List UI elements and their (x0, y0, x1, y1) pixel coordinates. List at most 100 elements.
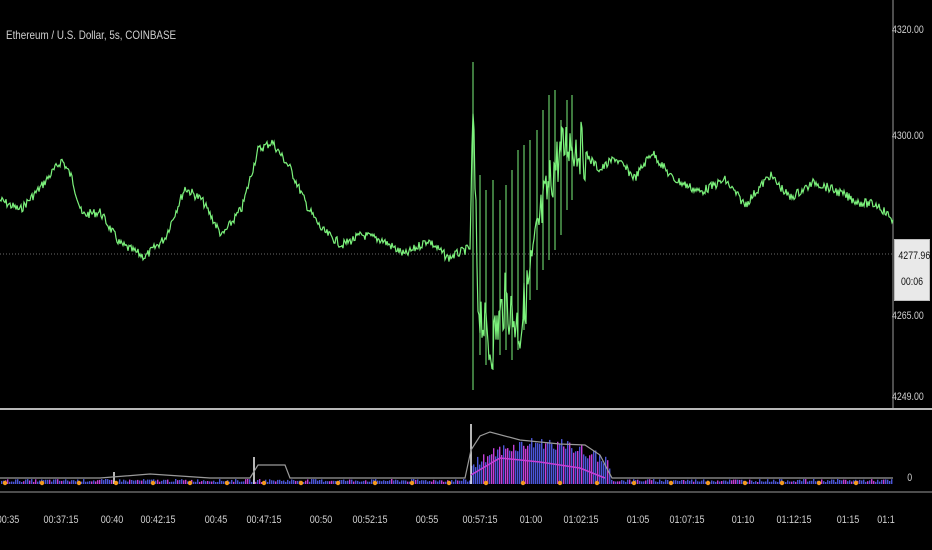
volume-bar (863, 479, 865, 484)
volume-bar (129, 479, 131, 484)
volume-bar (405, 480, 407, 484)
volume-bar (47, 479, 49, 484)
volume-bar (483, 454, 485, 484)
volume-bar (295, 480, 297, 484)
volume-bar (871, 479, 873, 484)
volume-bar (19, 481, 21, 484)
volume-bar (333, 480, 335, 484)
volume-bar (601, 461, 603, 484)
volume-bar (535, 442, 537, 484)
volume-bar (319, 480, 321, 484)
volume-bar (461, 480, 463, 484)
volume-bar (451, 480, 453, 484)
volume-bar (665, 479, 667, 484)
volume-bar (581, 445, 583, 484)
volume-bar (697, 481, 699, 484)
time-axis-label: 01:15 (836, 514, 860, 526)
volume-signal-dot (816, 480, 822, 486)
volume-bar (421, 480, 423, 484)
volume-bar (689, 480, 691, 484)
time-axis-label: 00:37:15 (43, 514, 79, 526)
volume-bar (773, 479, 775, 484)
volume-bar (291, 479, 293, 484)
volume-bar (403, 480, 405, 484)
volume-bar (257, 480, 259, 484)
volume-bar (651, 480, 653, 484)
volume-bar (775, 481, 777, 484)
volume-bar (543, 448, 545, 484)
volume-signal-dot (76, 480, 82, 486)
volume-bar (99, 479, 101, 484)
volume-bar (597, 461, 599, 484)
time-axis-label: 01:10 (731, 514, 755, 526)
volume-bar (381, 481, 383, 484)
time-axis-label: 01:07:15 (669, 514, 705, 526)
volume-bar (615, 481, 617, 484)
volume-bar (221, 480, 223, 484)
volume-bar (401, 480, 403, 484)
volume-bar (647, 479, 649, 484)
volume-bar (527, 445, 529, 484)
volume-bar (363, 480, 365, 484)
price-axis-label: 4249.00 (892, 391, 924, 403)
volume-bar (141, 480, 143, 484)
volume-signal-dot (779, 480, 785, 486)
volume-bar (171, 481, 173, 484)
volume-bar (137, 479, 139, 484)
volume-bar (691, 479, 693, 484)
volume-bar (181, 479, 183, 484)
volume-bar (529, 443, 531, 484)
volume-bar (517, 451, 519, 484)
volume-bar (599, 454, 601, 484)
volume-bar (107, 479, 109, 484)
volume-bar (731, 480, 733, 484)
volume-bar (835, 481, 837, 484)
volume-bar (55, 479, 57, 484)
volume-bar (23, 481, 25, 484)
volume-bar (357, 480, 359, 484)
volume-bar (215, 482, 217, 484)
volume-bar (785, 482, 787, 484)
volume-bar (573, 452, 575, 484)
volume-bar (839, 479, 841, 484)
volume-bar (161, 480, 163, 484)
volume-signal-dot (298, 480, 304, 486)
volume-bar (271, 480, 273, 484)
volume-signal-dot (372, 480, 378, 486)
volume-bar (383, 480, 385, 484)
volume-bar (207, 481, 209, 484)
volume-signal-dot (113, 480, 119, 486)
volume-pane[interactable] (0, 424, 932, 493)
volume-bar (701, 480, 703, 484)
volume-bar (789, 481, 791, 484)
volume-bar (67, 480, 69, 484)
volume-bar (833, 479, 835, 484)
volume-bar (747, 481, 749, 484)
volume-bar (315, 479, 317, 484)
volume-signal-dot (853, 480, 859, 486)
chart-canvas[interactable] (0, 0, 932, 550)
volume-bar (661, 481, 663, 484)
volume-bar (769, 481, 771, 484)
volume-bar (469, 480, 471, 484)
volume-bar (127, 481, 129, 484)
volume-bar (341, 480, 343, 484)
volume-signal-dot (483, 480, 489, 486)
volume-bar (423, 480, 425, 484)
time-axis-label: 01:12:15 (776, 514, 812, 526)
volume-bar (831, 479, 833, 484)
volume-bar (279, 479, 281, 484)
volume-bar (119, 479, 121, 484)
volume-bar (431, 481, 433, 484)
volume-signal-dot (224, 480, 230, 486)
volume-bar (29, 480, 31, 484)
volume-bar (267, 481, 269, 484)
volume-bar (131, 480, 133, 484)
volume-bar (109, 479, 111, 484)
price-pane[interactable] (0, 0, 932, 410)
volume-bar (645, 480, 647, 484)
volume-bar (711, 480, 713, 484)
volume-bar (607, 460, 609, 484)
volume-bar (593, 450, 595, 484)
price-series-line (0, 113, 894, 370)
